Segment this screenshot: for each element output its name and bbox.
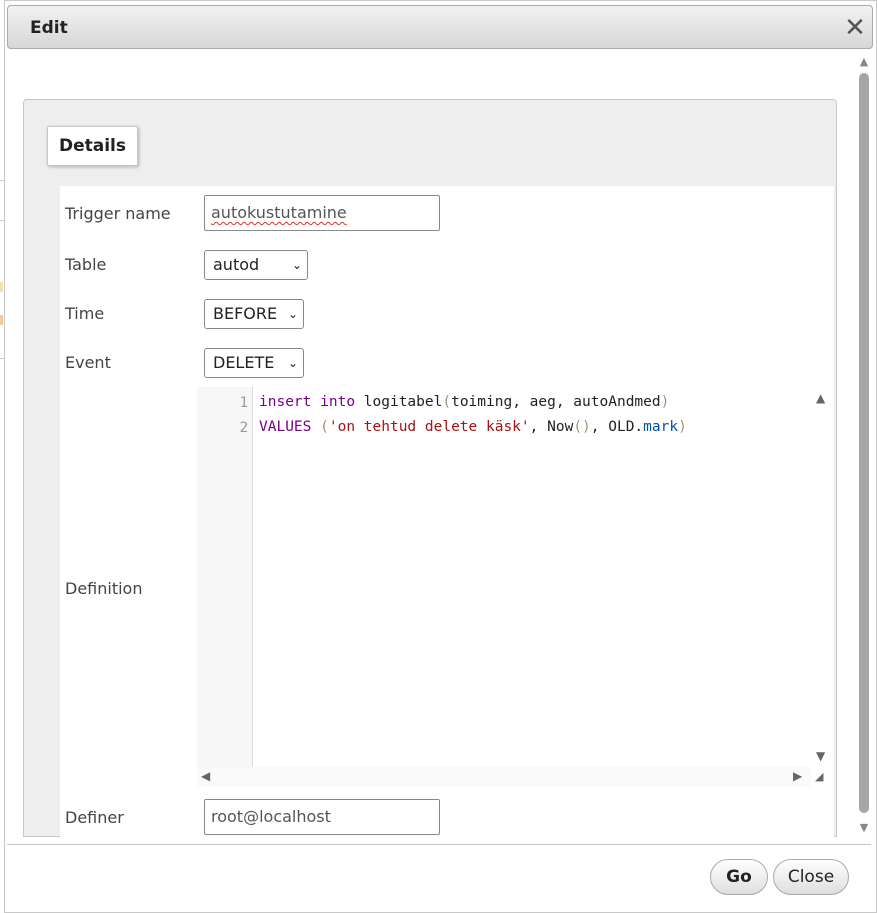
- edit-dialog: Edit ✕ Details Trigger name autokustutam…: [4, 0, 877, 913]
- code-line-2[interactable]: VALUES ('on tehtud delete käsk', Now(), …: [259, 419, 687, 435]
- scroll-up-icon[interactable]: ▲: [856, 55, 872, 69]
- table-label: Table: [65, 255, 107, 274]
- scroll-up-icon[interactable]: ▲: [816, 391, 825, 405]
- code-token: insert: [259, 394, 312, 410]
- close-button[interactable]: Close: [773, 859, 849, 895]
- table-select[interactable]: autod ⌄: [204, 250, 308, 280]
- scroll-left-icon[interactable]: ◀: [201, 769, 210, 783]
- dialog-scrollbar[interactable]: ▲ ▼: [856, 55, 872, 835]
- tab-details[interactable]: Details: [47, 126, 138, 166]
- code-line-1[interactable]: insert into logitabel(toiming, aeg, auto…: [259, 394, 669, 410]
- definition-code-editor[interactable]: 1 2 insert into logitabel(toiming, aeg, …: [197, 387, 831, 787]
- dialog-titlebar[interactable]: Edit ✕: [7, 5, 873, 49]
- background-mark: [0, 282, 3, 292]
- editor-horizontal-scrollbar[interactable]: ◀ ▶: [197, 767, 811, 787]
- trigger-name-label: Trigger name: [65, 204, 171, 223]
- event-select-value: DELETE: [213, 353, 275, 372]
- footer-divider: [7, 844, 871, 845]
- chevron-down-icon: ⌄: [287, 356, 298, 370]
- time-label: Time: [65, 304, 105, 323]
- code-string: 'on tehtud delete käsk': [328, 419, 530, 435]
- scroll-down-icon[interactable]: ▼: [816, 749, 825, 763]
- go-button[interactable]: Go: [710, 859, 768, 895]
- definer-input[interactable]: root@localhost: [204, 799, 440, 835]
- dialog-title: Edit: [30, 18, 68, 38]
- editor-vertical-scrollbar[interactable]: ▲ ▼: [811, 387, 831, 767]
- definition-label: Definition: [65, 579, 143, 598]
- scroll-right-icon[interactable]: ▶: [793, 769, 802, 783]
- time-select[interactable]: BEFORE ⌄: [204, 299, 304, 329]
- code-token: into: [320, 394, 356, 410]
- line-number: 2: [239, 420, 248, 436]
- definer-value: root@localhost: [211, 807, 331, 826]
- editor-gutter: 1 2: [197, 387, 253, 767]
- scrollbar-thumb[interactable]: [859, 73, 869, 813]
- trigger-name-input[interactable]: autokustutamine: [204, 195, 440, 231]
- time-select-value: BEFORE: [213, 304, 278, 323]
- dialog-content: Details Trigger name autokustutamine Tab…: [7, 53, 855, 845]
- trigger-name-value: autokustutamine: [211, 203, 347, 222]
- chevron-down-icon: ⌄: [291, 258, 302, 272]
- event-select[interactable]: DELETE ⌄: [204, 348, 304, 378]
- resize-handle-icon[interactable]: ◢: [815, 771, 827, 783]
- event-label: Event: [65, 353, 111, 372]
- code-token: VALUES: [259, 419, 312, 435]
- scroll-down-icon[interactable]: ▼: [856, 821, 872, 835]
- code-token: mark: [643, 419, 679, 435]
- trigger-form: Trigger name autokustutamine Table autod…: [60, 186, 834, 845]
- table-select-value: autod: [213, 255, 260, 274]
- line-number: 1: [239, 395, 248, 411]
- definer-label: Definer: [65, 808, 124, 827]
- details-panel: Details Trigger name autokustutamine Tab…: [23, 99, 837, 845]
- chevron-down-icon: ⌄: [287, 307, 298, 321]
- background-mark: [0, 315, 3, 325]
- close-icon[interactable]: ✕: [844, 15, 866, 41]
